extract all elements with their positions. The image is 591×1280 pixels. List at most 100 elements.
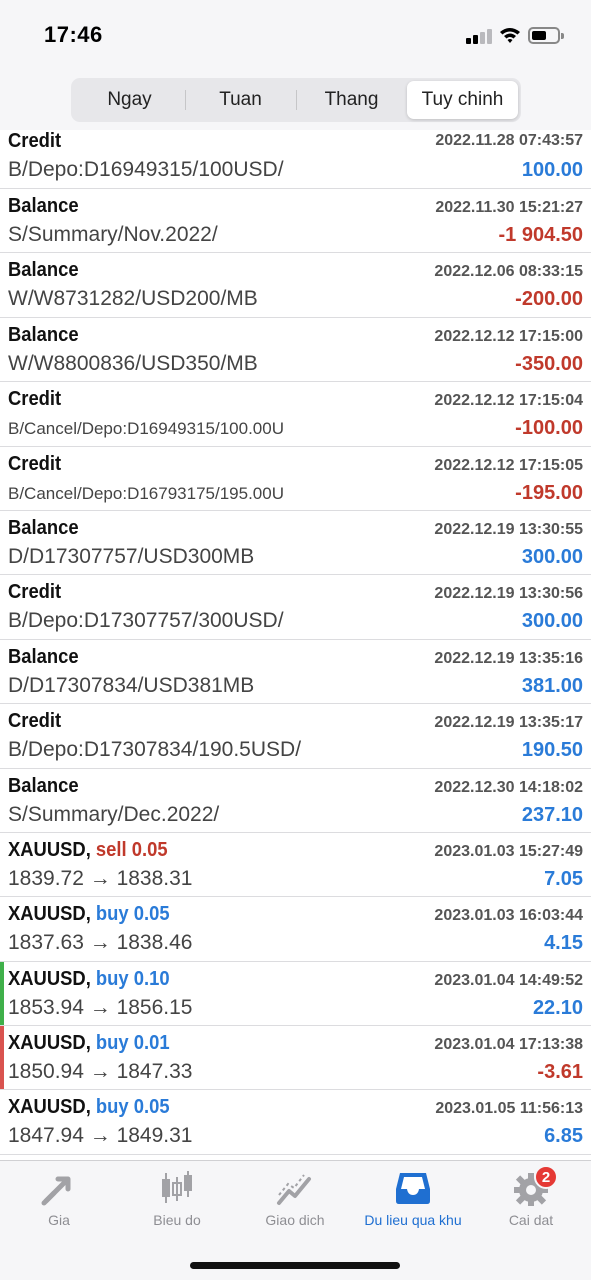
history-row-title: Credit: [8, 130, 61, 153]
segment-thang[interactable]: Thang: [296, 81, 407, 119]
history-row-datetime: 2022.11.30 15:21:27: [435, 199, 583, 216]
history-row-title: XAUUSD, buy 0.05: [8, 903, 170, 926]
quotes-arrows-icon: [41, 1176, 71, 1206]
history-row-description: B/Depo:D17307757/300USD/: [8, 609, 284, 633]
candlestick-chart-icon: [162, 1171, 192, 1203]
history-row-title: Balance: [8, 195, 79, 218]
battery-icon: [528, 27, 564, 44]
history-row[interactable]: Credit B/Depo:D16949315/100USD/2022.11.28…: [0, 130, 591, 189]
history-row-type: XAUUSD,: [8, 903, 91, 926]
home-indicator: [190, 1262, 400, 1269]
history-row[interactable]: Balance S/Summary/Dec.2022/2022.12.30 14:…: [0, 769, 591, 833]
history-row-datetime: 2022.12.12 17:15:05: [434, 456, 583, 474]
period-segmented-control: Ngay Tuan Thang Tuy chinh: [71, 78, 521, 122]
history-row-datetime: 2023.01.04 14:49:52: [434, 971, 583, 989]
segment-tuy-chinh[interactable]: Tuy chinh: [407, 81, 518, 119]
history-row[interactable]: Balance W/W8800836/USD350/MB 2022.12.12 17…: [0, 318, 591, 383]
trade-action: buy 0.01: [95, 1032, 170, 1055]
history-row-type: Balance: [8, 259, 79, 282]
history-row-amount: -350.00: [515, 352, 583, 375]
history-row[interactable]: XAUUSD, buy 0.10 1853.94 → 1856.15 2023.01…: [0, 961, 591, 1027]
history-row-amount: -3.61: [537, 1061, 583, 1084]
history-row[interactable]: Credit B/Depo:D17307834/190.5USD/2022.12.…: [0, 704, 591, 769]
history-row-amount: -200.00: [515, 288, 583, 311]
history-row-type: Balance: [8, 645, 79, 668]
history-row-type: XAUUSD,: [8, 967, 91, 990]
history-row-type: Balance: [8, 323, 79, 346]
history-row-type: Credit: [8, 452, 62, 475]
history-row-title: Balance: [8, 517, 79, 540]
wifi-icon: [500, 28, 520, 43]
history-row-description: D/D17307834/USD381MB: [8, 673, 255, 697]
history-row-description: D/D17307757/USD300MB: [8, 544, 255, 568]
history-row[interactable]: Balance D/D17307757/USD300MB 2022.12.19 13…: [0, 511, 591, 576]
tab-cai-dat[interactable]: 2 Cai dat: [472, 1165, 590, 1233]
history-row-amount: -195.00: [515, 481, 583, 504]
history-row-amount: 381.00: [521, 674, 583, 697]
tab-gia[interactable]: Gia: [0, 1169, 118, 1233]
history-row-datetime: 2022.12.12 17:15:04: [434, 392, 583, 410]
segment-tuan[interactable]: Tuan: [185, 81, 296, 119]
history-row-amount: 237.10: [521, 803, 583, 826]
history-row-title: Credit: [8, 581, 61, 604]
history-row-type: Credit: [8, 388, 62, 411]
history-row-amount: 6.85: [544, 1125, 583, 1148]
history-row-datetime: 2022.12.19 13:35:16: [434, 649, 583, 667]
history-row[interactable]: Credit B/Cancel/Depo:D16949315/100.00U 202…: [0, 382, 591, 447]
history-row[interactable]: Balance D/D17307834/USD381MB 2022.12.19 13…: [0, 640, 591, 705]
history-row-title: Balance: [8, 775, 79, 798]
history-row-datetime: 2023.01.03 15:27:49: [434, 842, 583, 860]
history-row-datetime: 2022.11.28 07:43:57: [435, 132, 583, 149]
history-row-amount: 100.00: [521, 159, 583, 181]
history-row-title: Credit: [8, 453, 61, 476]
history-row-type: Credit: [8, 130, 62, 152]
history-row-amount: 7.05: [544, 867, 583, 890]
history-row-type: Balance: [8, 195, 79, 217]
history-row-type: Credit: [8, 710, 62, 733]
history-row-type: XAUUSD,: [8, 1096, 91, 1119]
history-row-amount: 190.50: [521, 739, 583, 762]
history-row-datetime: 2022.12.19 13:35:17: [434, 714, 583, 732]
history-row-description: B/Cancel/Depo:D16793175/195.00U: [8, 483, 284, 503]
tab-du-lieu-qua-khu[interactable]: Du lieu qua khu: [354, 1169, 472, 1233]
history-row-datetime: 2022.12.30 14:18:02: [434, 778, 583, 796]
tab-gia-label: Gia: [48, 1212, 70, 1228]
trade-action: buy 0.05: [95, 1096, 170, 1119]
history-row[interactable]: Credit B/Depo:D17307757/300USD/2022.12.19…: [0, 575, 591, 640]
history-row-datetime: 2022.12.19 13:30:56: [434, 585, 583, 603]
history-inbox-icon: [396, 1173, 430, 1204]
history-row-amount: 22.10: [532, 996, 583, 1019]
tab-bieu-do[interactable]: Bieu do: [118, 1169, 236, 1233]
tab-giao-dich-label: Giao dich: [265, 1212, 325, 1228]
history-row[interactable]: XAUUSD, sell 0.05 1839.72 → 1838.31 2023.0…: [0, 833, 591, 898]
history-row-title: XAUUSD, sell 0.05: [8, 839, 168, 862]
history-row-type: Credit: [8, 581, 62, 604]
history-row-description: 1847.94 → 1849.31: [8, 1124, 193, 1148]
history-row[interactable]: XAUUSD, buy 0.05 1847.94 → 1849.31 2023.01…: [0, 1090, 591, 1155]
history-row[interactable]: Credit B/Cancel/Depo:D16793175/195.00U 202…: [0, 447, 591, 511]
history-row-title: XAUUSD, buy 0.05: [8, 1096, 170, 1119]
history-row-type: XAUUSD,: [8, 838, 91, 861]
status-bar: 17:46: [0, 0, 591, 72]
history-row-title: Balance: [8, 324, 79, 347]
tab-giao-dich[interactable]: Giao dich: [236, 1169, 354, 1233]
history-row-title: Credit: [8, 388, 61, 411]
history-row-datetime: 2023.01.03 16:03:44: [434, 907, 583, 925]
history-row-title: Credit: [8, 710, 61, 733]
history-row-datetime: 2022.12.12 17:15:00: [434, 327, 583, 345]
history-row-description: B/Cancel/Depo:D16949315/100.00U: [8, 419, 284, 439]
status-time: 17:46: [44, 22, 103, 47]
history-list[interactable]: Credit B/Depo:D16949315/100USD/2022.11.28…: [0, 130, 591, 1160]
history-row[interactable]: XAUUSD, buy 0.05 1837.63 → 1838.46 2023.01…: [0, 897, 591, 962]
history-row-title: Balance: [8, 259, 79, 282]
segment-ngay[interactable]: Ngay: [74, 81, 185, 119]
history-row[interactable]: Balance S/Summary/Nov.2022/2022.11.30 15:…: [0, 189, 591, 254]
history-row[interactable]: XAUUSD, buy 0.01 1850.94 → 1847.33 2023.01…: [0, 1026, 591, 1091]
history-row-type: Balance: [8, 516, 79, 539]
history-row[interactable]: Balance W/W8731282/USD200/MB 2022.12.06 08…: [0, 253, 591, 318]
history-row-amount: 300.00: [521, 610, 583, 633]
history-row-description: B/Depo:D17307834/190.5USD/: [8, 738, 302, 762]
history-row-datetime: 2023.01.05 11:56:13: [435, 1100, 583, 1118]
history-row-description: 1853.94 → 1856.15: [8, 995, 193, 1019]
cellular-signal-icon: [466, 28, 494, 44]
